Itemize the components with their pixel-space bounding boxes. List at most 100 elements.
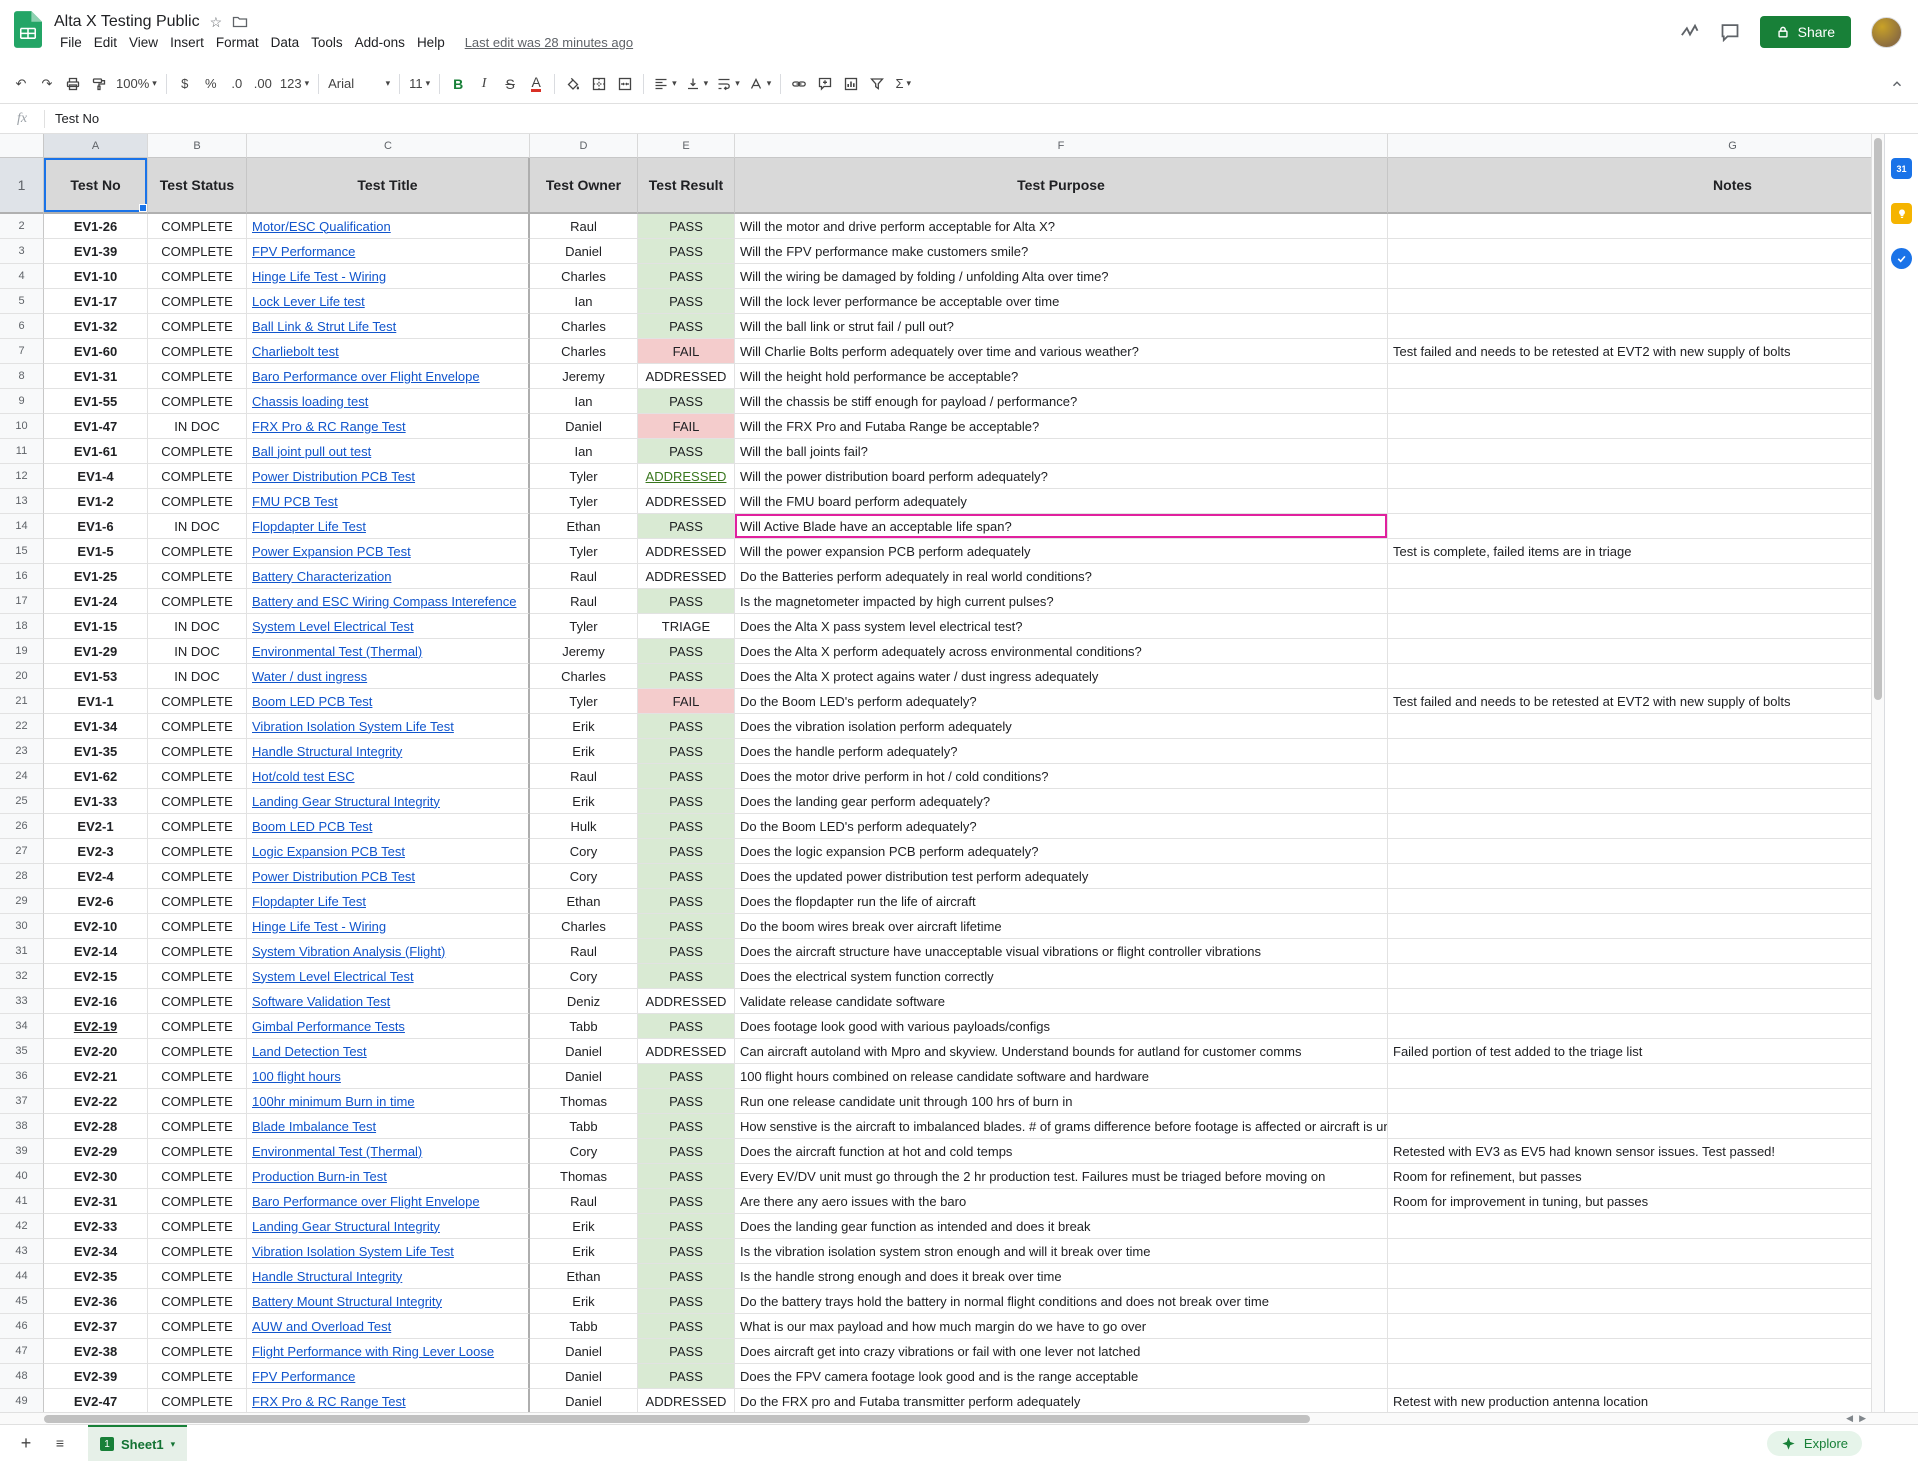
cell-test-owner[interactable]: Thomas: [530, 1089, 638, 1114]
cell-test-result[interactable]: PASS: [638, 1189, 735, 1214]
cell-test-result[interactable]: ADDRESSED: [638, 989, 735, 1014]
horizontal-scrollbar-thumb[interactable]: [44, 1415, 1310, 1423]
cell-test-title[interactable]: Power Expansion PCB Test: [247, 539, 530, 564]
cell-test-owner[interactable]: Cory: [530, 864, 638, 889]
cell-test-status[interactable]: COMPLETE: [148, 714, 247, 739]
cell-test-owner[interactable]: Daniel: [530, 1339, 638, 1364]
cell-notes[interactable]: [1388, 389, 1871, 414]
vertical-scrollbar[interactable]: [1871, 134, 1884, 1412]
cell-notes[interactable]: [1388, 964, 1871, 989]
cell-test-no[interactable]: EV1-25: [44, 564, 148, 589]
cell-notes[interactable]: [1388, 514, 1871, 539]
cell-test-owner[interactable]: Jeremy: [530, 364, 638, 389]
font-size-select[interactable]: 11▾: [405, 71, 434, 97]
cell-test-status[interactable]: COMPLETE: [148, 389, 247, 414]
row-header[interactable]: 23: [0, 739, 44, 764]
cell-notes[interactable]: [1388, 264, 1871, 289]
last-edit-link[interactable]: Last edit was 28 minutes ago: [465, 35, 633, 50]
cell-test-status[interactable]: COMPLETE: [148, 1264, 247, 1289]
cell-test-purpose[interactable]: Will the FRX Pro and Futaba Range be acc…: [735, 414, 1388, 439]
cell-test-purpose[interactable]: Every EV/DV unit must go through the 2 h…: [735, 1164, 1388, 1189]
cell-notes[interactable]: [1388, 914, 1871, 939]
vertical-align-button[interactable]: ▾: [681, 71, 713, 97]
cell-test-status[interactable]: COMPLETE: [148, 289, 247, 314]
row-header[interactable]: 32: [0, 964, 44, 989]
cell-test-result[interactable]: PASS: [638, 1239, 735, 1264]
cell-test-status[interactable]: COMPLETE: [148, 1364, 247, 1389]
cell-test-purpose[interactable]: How senstive is the aircraft to imbalanc…: [735, 1114, 1388, 1139]
cell-test-status[interactable]: COMPLETE: [148, 814, 247, 839]
cell-test-purpose[interactable]: Will the ball joints fail?: [735, 439, 1388, 464]
cell-test-purpose[interactable]: Validate release candidate software: [735, 989, 1388, 1014]
cell-notes[interactable]: [1388, 1014, 1871, 1039]
cell-test-purpose[interactable]: Does the FPV camera footage look good an…: [735, 1364, 1388, 1389]
undo-button[interactable]: ↶: [8, 71, 34, 97]
cell-notes[interactable]: [1388, 1314, 1871, 1339]
cell-test-title[interactable]: Power Distribution PCB Test: [247, 864, 530, 889]
cell-test-no[interactable]: EV2-37: [44, 1314, 148, 1339]
header-cell-test-owner[interactable]: Test Owner: [530, 158, 638, 214]
cell-test-owner[interactable]: Tyler: [530, 464, 638, 489]
menu-file[interactable]: File: [54, 34, 88, 51]
cell-test-status[interactable]: COMPLETE: [148, 689, 247, 714]
cell-test-result[interactable]: FAIL: [638, 339, 735, 364]
cell-test-title[interactable]: 100 flight hours: [247, 1064, 530, 1089]
cell-test-result[interactable]: PASS: [638, 714, 735, 739]
cell-test-owner[interactable]: Tabb: [530, 1014, 638, 1039]
row-header[interactable]: 29: [0, 889, 44, 914]
scroll-right-button[interactable]: ▶: [1859, 1413, 1866, 1424]
cell-test-purpose[interactable]: Will the wiring be damaged by folding / …: [735, 264, 1388, 289]
cell-notes[interactable]: [1388, 1264, 1871, 1289]
cell-test-status[interactable]: COMPLETE: [148, 589, 247, 614]
star-icon[interactable]: ☆: [210, 14, 223, 31]
cell-test-purpose[interactable]: Does the handle perform adequately?: [735, 739, 1388, 764]
cell-test-status[interactable]: COMPLETE: [148, 864, 247, 889]
cell-test-title[interactable]: Battery Characterization: [247, 564, 530, 589]
cell-test-purpose[interactable]: Is the vibration isolation system stron …: [735, 1239, 1388, 1264]
cell-test-title[interactable]: Blade Imbalance Test: [247, 1114, 530, 1139]
cell-test-status[interactable]: COMPLETE: [148, 364, 247, 389]
cell-test-title[interactable]: FRX Pro & RC Range Test: [247, 414, 530, 439]
row-header[interactable]: 49: [0, 1389, 44, 1412]
cell-notes[interactable]: [1388, 739, 1871, 764]
cell-test-owner[interactable]: Daniel: [530, 1064, 638, 1089]
cell-test-title[interactable]: Ball joint pull out test: [247, 439, 530, 464]
row-header[interactable]: 20: [0, 664, 44, 689]
cell-test-status[interactable]: COMPLETE: [148, 439, 247, 464]
cell-test-status[interactable]: IN DOC: [148, 664, 247, 689]
cell-test-purpose[interactable]: Does the landing gear function as intend…: [735, 1214, 1388, 1239]
cell-test-status[interactable]: COMPLETE: [148, 539, 247, 564]
text-wrap-button[interactable]: ▾: [712, 71, 744, 97]
text-rotation-button[interactable]: ▾: [744, 71, 776, 97]
cell-test-title[interactable]: Environmental Test (Thermal): [247, 639, 530, 664]
row-header[interactable]: 28: [0, 864, 44, 889]
cell-test-result[interactable]: PASS: [638, 1339, 735, 1364]
font-select[interactable]: Arial▾: [324, 71, 394, 97]
cell-test-status[interactable]: COMPLETE: [148, 839, 247, 864]
cell-test-no[interactable]: EV2-38: [44, 1339, 148, 1364]
cell-test-purpose[interactable]: Do the boom wires break over aircraft li…: [735, 914, 1388, 939]
cell-test-owner[interactable]: Daniel: [530, 239, 638, 264]
activity-icon[interactable]: [1680, 22, 1700, 42]
cell-test-title[interactable]: Chassis loading test: [247, 389, 530, 414]
cell-test-owner[interactable]: Hulk: [530, 814, 638, 839]
row-header[interactable]: 5: [0, 289, 44, 314]
cell-test-result[interactable]: PASS: [638, 1014, 735, 1039]
cell-test-title[interactable]: 100hr minimum Burn in time: [247, 1089, 530, 1114]
cell-notes[interactable]: [1388, 1289, 1871, 1314]
sheets-logo-icon[interactable]: [14, 11, 42, 53]
cell-test-title[interactable]: Land Detection Test: [247, 1039, 530, 1064]
cell-test-no[interactable]: EV2-4: [44, 864, 148, 889]
cell-test-title[interactable]: Hinge Life Test - Wiring: [247, 264, 530, 289]
row-header[interactable]: 45: [0, 1289, 44, 1314]
cell-test-owner[interactable]: Deniz: [530, 989, 638, 1014]
cell-test-owner[interactable]: Daniel: [530, 1389, 638, 1412]
cell-test-result[interactable]: PASS: [638, 1214, 735, 1239]
cell-test-title[interactable]: Charliebolt test: [247, 339, 530, 364]
cell-test-no[interactable]: EV2-29: [44, 1139, 148, 1164]
cell-test-status[interactable]: COMPLETE: [148, 1139, 247, 1164]
cell-test-status[interactable]: COMPLETE: [148, 939, 247, 964]
cell-notes[interactable]: [1388, 214, 1871, 239]
cell-test-owner[interactable]: Charles: [530, 314, 638, 339]
cell-notes[interactable]: [1388, 939, 1871, 964]
